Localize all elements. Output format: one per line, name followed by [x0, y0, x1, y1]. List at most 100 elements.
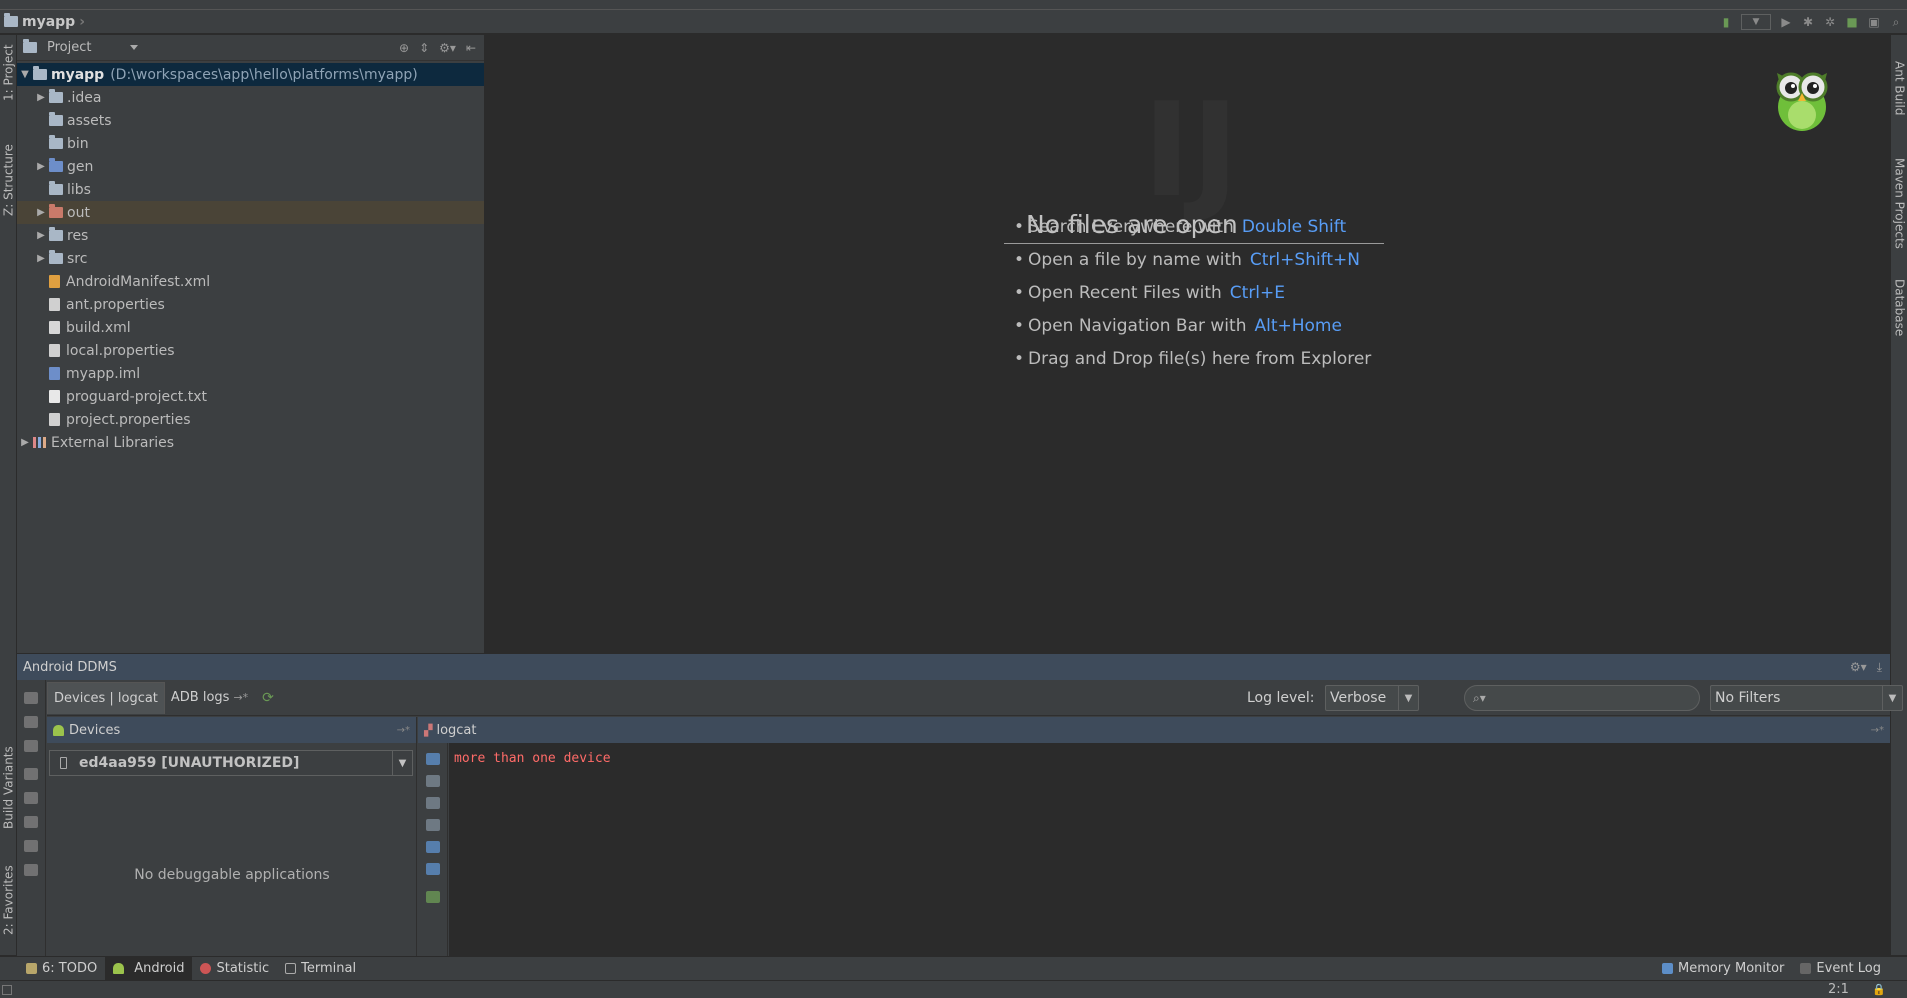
navigation-bar: myapp › ▮ ▼ ▶ ✱ ✲ ■ ▣ ⌕ — [0, 10, 1907, 34]
debug-icon[interactable]: ✱ — [1801, 15, 1815, 29]
tool-window-ant-build[interactable]: Ant Build — [1891, 53, 1907, 123]
minimize-icon[interactable]: ⤓ — [1877, 660, 1882, 675]
tool-window-event-log[interactable]: Event Log — [1792, 957, 1889, 981]
stop-icon[interactable] — [24, 716, 38, 728]
bug-icon[interactable] — [24, 840, 38, 852]
caret-position[interactable]: 2:1 — [1828, 982, 1849, 997]
tree-row[interactable]: ▶ res — [17, 224, 484, 247]
tree-row[interactable]: ▶ .idea — [17, 86, 484, 109]
breadcrumb-project[interactable]: myapp — [22, 14, 75, 30]
tree-row[interactable]: assets — [17, 109, 484, 132]
monitor-icon[interactable] — [24, 792, 38, 804]
layout-inspector-icon[interactable] — [24, 740, 38, 752]
collapsed-arrow-icon[interactable]: ▶ — [33, 92, 49, 103]
collapsed-arrow-icon[interactable]: ▶ — [33, 253, 49, 264]
collapse-all-icon[interactable]: ⇕ — [419, 41, 429, 55]
refresh-icon[interactable]: ⟳ — [262, 690, 274, 706]
source-folder-icon — [49, 158, 63, 172]
collapsed-arrow-icon[interactable]: ▶ — [33, 207, 49, 218]
collapsed-arrow-icon[interactable]: ▶ — [17, 437, 33, 448]
run-icon[interactable]: ▶ — [1779, 15, 1793, 29]
tool-window-database[interactable]: Database — [1891, 273, 1907, 343]
logcat-side-toolbar — [418, 743, 448, 957]
tree-row[interactable]: bin — [17, 132, 484, 155]
collapsed-arrow-icon[interactable]: ▶ — [33, 230, 49, 241]
tool-window-build-variants[interactable]: Build Variants — [0, 740, 17, 835]
file-icon[interactable] — [24, 816, 38, 828]
tool-window-android[interactable]: Android — [105, 956, 193, 981]
tool-window-memory-monitor[interactable]: Memory Monitor — [1654, 957, 1792, 981]
filter-select[interactable]: No Filters ▼ — [1710, 685, 1903, 711]
text-file-icon — [49, 390, 60, 403]
log-level-select[interactable]: Verbose ▼ — [1325, 685, 1419, 711]
tool-window-favorites[interactable]: 2: Favorites — [0, 855, 17, 945]
pin-icon[interactable]: →* — [397, 725, 416, 736]
hint-shortcut: Double Shift — [1241, 217, 1347, 237]
attach-debugger-icon[interactable]: ✲ — [1823, 15, 1837, 29]
scroll-from-source-icon[interactable]: ⊕ — [399, 41, 409, 55]
tree-row[interactable]: ▶ out — [17, 201, 484, 224]
tree-row[interactable]: ▼ myapp (D:\workspaces\app\hello\platforms… — [17, 63, 484, 86]
tree-row[interactable]: proguard-project.txt — [17, 385, 484, 408]
editor-area[interactable]: IJ No files are open • Search Everywhere … — [486, 35, 1890, 653]
tool-window-statistic[interactable]: Statistic — [192, 957, 277, 981]
stop-icon[interactable]: ■ — [1845, 15, 1859, 29]
tool-window-project[interactable]: 1: Project — [0, 43, 17, 103]
tree-row[interactable]: myapp.iml — [17, 362, 484, 385]
log-line: more than one device — [454, 751, 611, 766]
restart-icon[interactable] — [24, 768, 38, 780]
hide-panel-icon[interactable]: ⇤ — [466, 41, 476, 55]
sdk-manager-icon[interactable]: ▣ — [1867, 15, 1881, 29]
hint-text: Open Recent Files with — [1028, 283, 1222, 303]
lock-icon[interactable]: 🔒 — [1872, 983, 1886, 996]
gear-icon[interactable]: ⚙▾ — [439, 41, 456, 55]
logcat-pane: ▞ logcat →* more than one device — [418, 717, 1890, 957]
expanded-arrow-icon[interactable]: ▼ — [17, 69, 33, 80]
chevron-down-icon: ▼ — [392, 751, 412, 775]
tool-window-maven-projects[interactable]: Maven Projects — [1891, 153, 1907, 253]
ant-file-icon — [49, 321, 60, 334]
tree-row[interactable]: build.xml — [17, 316, 484, 339]
tree-row[interactable]: libs — [17, 178, 484, 201]
scroll-to-end-icon[interactable] — [425, 775, 440, 787]
tree-row[interactable]: ▶ gen — [17, 155, 484, 178]
pin-icon[interactable]: →* — [1871, 725, 1890, 736]
tree-row[interactable]: ▶ src — [17, 247, 484, 270]
down-arrow-icon[interactable] — [425, 819, 440, 831]
tree-row[interactable]: local.properties — [17, 339, 484, 362]
tool-windows-icon[interactable] — [2, 985, 12, 995]
tree-row[interactable]: ▶ External Libraries — [17, 431, 484, 454]
breadcrumb[interactable]: myapp › — [0, 13, 85, 30]
search-icon: ⌕▾ — [1473, 690, 1486, 705]
collapsed-arrow-icon[interactable]: ▶ — [33, 161, 49, 172]
clear-logcat-icon[interactable] — [425, 753, 440, 765]
tree-row[interactable]: ant.properties — [17, 293, 484, 316]
tab-devices-logcat[interactable]: Devices | logcat — [47, 681, 165, 714]
restart-icon[interactable] — [425, 891, 440, 903]
search-icon[interactable]: ⌕ — [1889, 15, 1903, 29]
make-project-icon[interactable]: ▮ — [1719, 15, 1733, 29]
right-tool-strip: Ant Build Maven Projects Database — [1890, 35, 1907, 955]
project-view-dropdown[interactable]: Project — [23, 39, 138, 55]
run-config-dropdown[interactable]: ▼ — [1741, 14, 1771, 30]
screen-capture-icon[interactable] — [24, 692, 38, 704]
tool-window-todo[interactable]: 6: TODO — [18, 957, 105, 981]
up-arrow-icon[interactable] — [425, 797, 440, 809]
logcat-search-input[interactable]: ⌕▾ — [1464, 685, 1700, 711]
capture-icon[interactable] — [24, 864, 38, 876]
folder-icon — [49, 135, 63, 149]
gear-icon[interactable]: ⚙▾ — [1850, 660, 1867, 675]
status-bar: 2:1 🔒 — [0, 980, 1907, 998]
device-select[interactable]: ed4aa959 [UNAUTHORIZED] ▼ — [49, 750, 413, 776]
tool-window-structure[interactable]: Z: Structure — [0, 135, 17, 225]
tree-row[interactable]: project.properties — [17, 408, 484, 431]
tool-window-terminal[interactable]: Terminal — [277, 957, 364, 981]
watermark-logo: IJ — [1142, 74, 1240, 226]
tree-item-label: .idea — [67, 89, 102, 106]
tab-adb-logs[interactable]: ADB logs →* — [165, 682, 254, 714]
properties-file-icon — [49, 298, 60, 311]
logcat-output[interactable]: more than one device — [449, 743, 1890, 957]
soft-wrap-icon[interactable] — [425, 841, 440, 853]
print-icon[interactable] — [425, 863, 440, 875]
tree-row[interactable]: AndroidManifest.xml — [17, 270, 484, 293]
